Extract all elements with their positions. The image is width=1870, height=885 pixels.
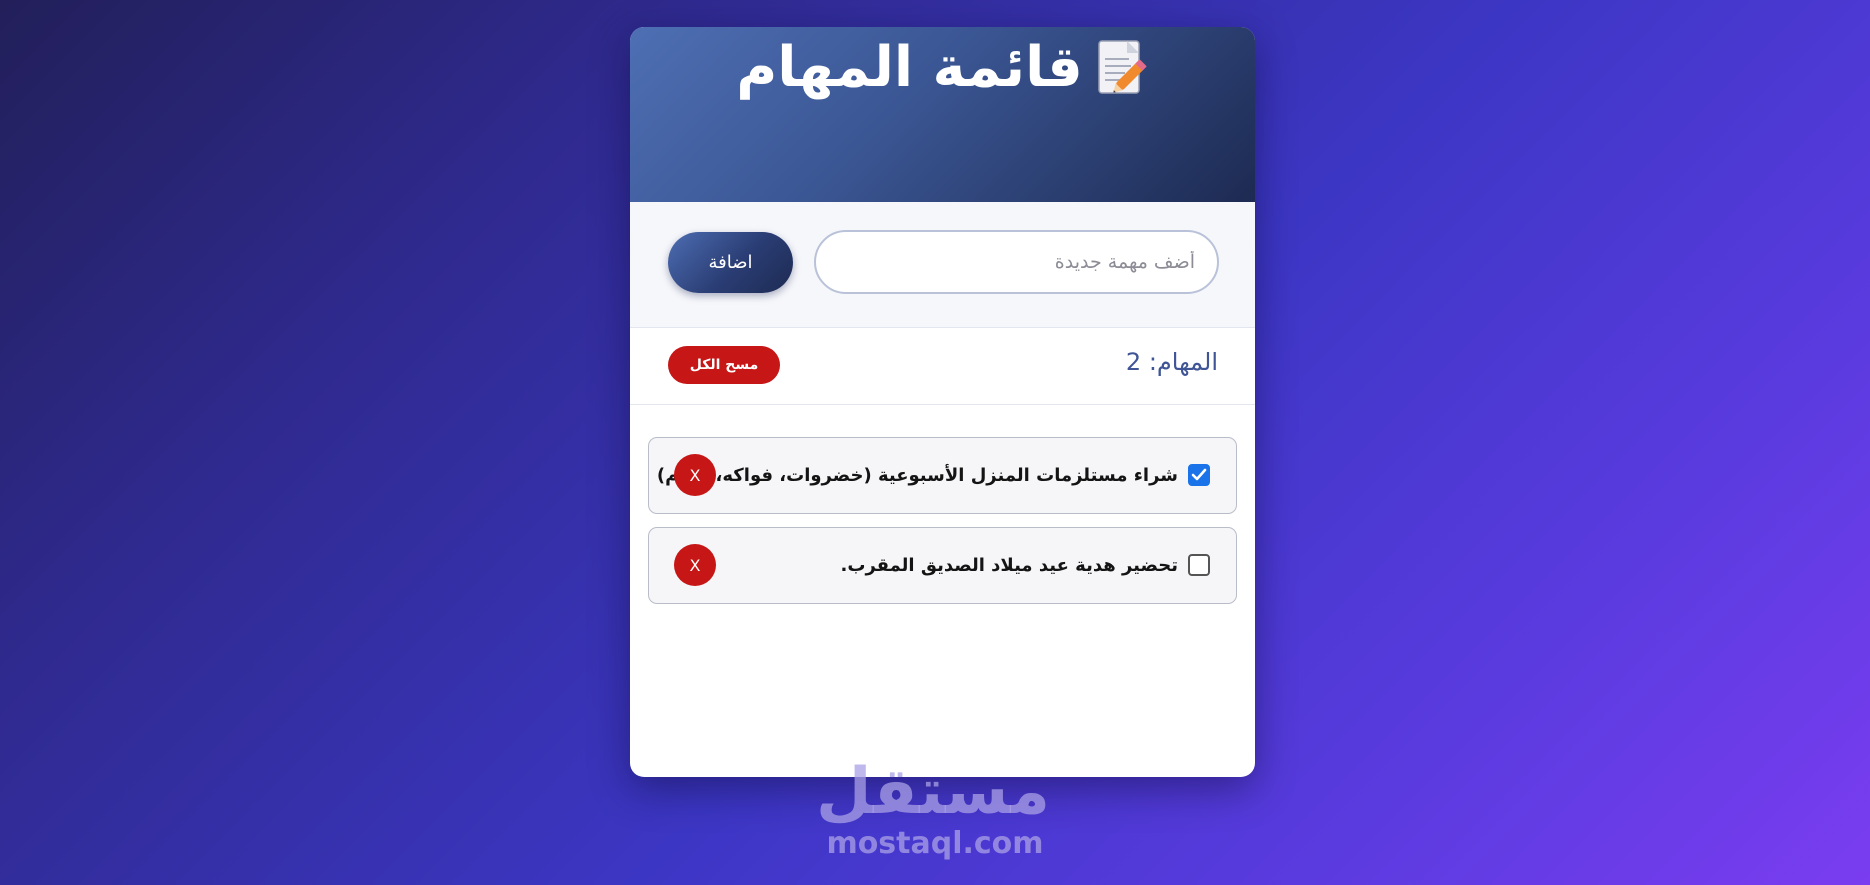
memo-icon xyxy=(1097,37,1149,99)
counter-section: المهام: 2 مسح الكل xyxy=(630,328,1255,405)
clear-all-button[interactable]: مسح الكل xyxy=(668,346,780,384)
task-item: شراء مستلزمات المنزل الأسبوعية (خضروات، … xyxy=(648,437,1237,514)
header: قائمة المهام xyxy=(630,27,1255,202)
task-text: شراء مستلزمات المنزل الأسبوعية (خضروات، … xyxy=(656,465,1178,486)
add-task-section: اضافة xyxy=(630,202,1255,328)
task-checkbox[interactable] xyxy=(1188,464,1210,486)
delete-task-button[interactable]: X xyxy=(674,454,716,496)
add-task-button[interactable]: اضافة xyxy=(668,232,793,293)
task-checkbox[interactable] xyxy=(1188,554,1210,576)
todo-card: قائمة المهام اضافة المهام: 2 مسح الكل شر… xyxy=(630,27,1255,777)
watermark-arabic: مستقل xyxy=(815,755,1050,829)
task-item: تحضير هدية عيد ميلاد الصديق المقرب. X xyxy=(648,527,1237,604)
title-row: قائمة المهام xyxy=(630,37,1255,99)
delete-task-button[interactable]: X xyxy=(674,544,716,586)
new-task-input[interactable] xyxy=(814,230,1219,294)
watermark: مستقل mostaql.com xyxy=(815,755,1050,861)
task-text: تحضير هدية عيد ميلاد الصديق المقرب. xyxy=(840,555,1178,576)
task-count: المهام: 2 xyxy=(1125,348,1218,376)
watermark-latin: mostaql.com xyxy=(826,826,1044,861)
page-title: قائمة المهام xyxy=(736,35,1083,100)
